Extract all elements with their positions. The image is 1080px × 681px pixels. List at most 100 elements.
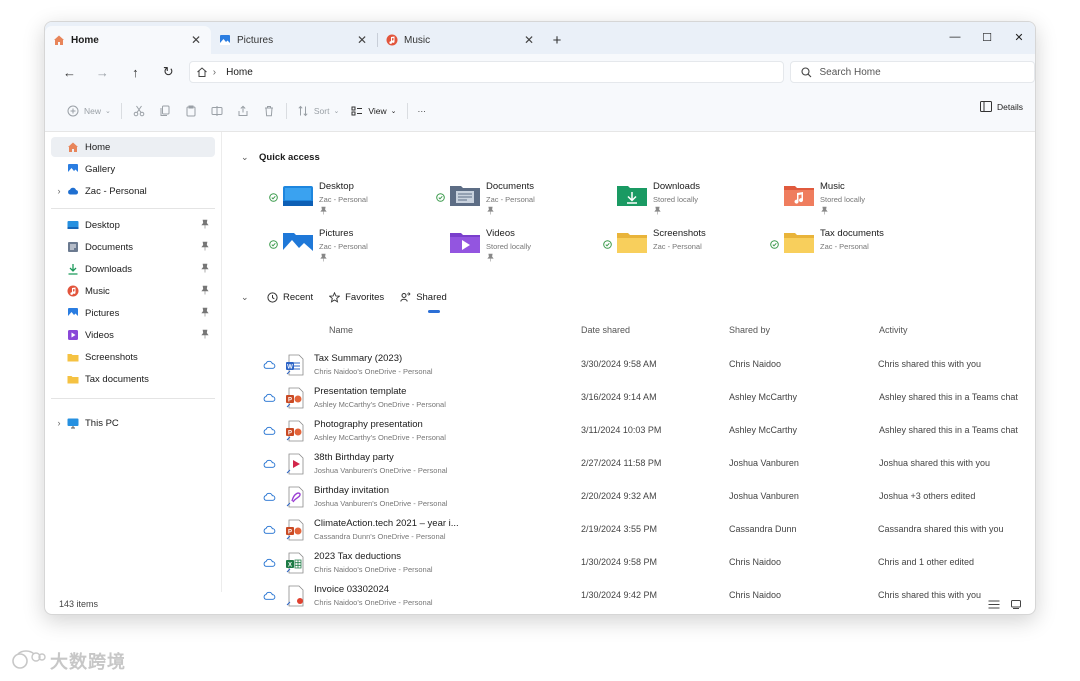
more-options-button[interactable]: ··· (412, 99, 433, 123)
quick-access-downloads[interactable]: Downloads Stored locally (603, 181, 768, 225)
table-row[interactable]: X 2023 Tax deductions Chris Naidoo's One… (223, 546, 1035, 579)
pin-icon[interactable] (201, 329, 209, 339)
share-button[interactable] (230, 99, 256, 123)
sidebar-item-screenshots[interactable]: Screenshots (51, 347, 215, 367)
table-row[interactable]: W Tax Summary (2023) Chris Naidoo's OneD… (223, 348, 1035, 381)
shared-people-icon (400, 291, 411, 302)
tile-name: Downloads (653, 181, 700, 192)
quick-access-desktop[interactable]: Desktop Zac - Personal (269, 181, 434, 225)
details-view-button[interactable] (983, 597, 1005, 611)
quick-access-videos[interactable]: Videos Stored locally (436, 228, 601, 272)
search-input[interactable] (819, 66, 1020, 78)
tab-shared[interactable]: Shared (400, 287, 447, 313)
sidebar-item-label: Desktop (85, 219, 120, 231)
view-button[interactable]: View ⌄ (345, 99, 402, 123)
paste-button[interactable] (178, 99, 204, 123)
column-header-name[interactable]: Name (329, 325, 353, 335)
shared-by: Joshua Vanburen (729, 458, 799, 468)
quick-access-header[interactable]: ⌄ Quick access (241, 152, 320, 163)
column-header-shared-by[interactable]: Shared by (729, 325, 770, 335)
quick-access-documents[interactable]: Documents Zac - Personal (436, 181, 601, 225)
cloud-icon (263, 459, 276, 468)
back-button[interactable]: ← (53, 60, 86, 84)
sidebar-item-gallery[interactable]: Gallery (51, 159, 215, 179)
file-name: ClimateAction.tech 2021 – year i... (314, 518, 459, 529)
sidebar-item-downloads[interactable]: Downloads (51, 259, 215, 279)
chevron-down-icon[interactable]: ⌄ (241, 292, 267, 303)
cloud-icon (263, 525, 276, 534)
minimize-button[interactable]: — (939, 22, 971, 52)
new-tab-button[interactable]: + (544, 26, 570, 54)
quick-access-screenshots[interactable]: Screenshots Zac - Personal (603, 228, 768, 272)
forward-button[interactable]: → (86, 60, 119, 84)
rename-button[interactable] (204, 99, 230, 123)
search-box[interactable] (789, 61, 1035, 83)
close-window-button[interactable]: ✕ (1003, 22, 1035, 52)
address-bar[interactable]: › Home (188, 61, 784, 83)
breadcrumb-home[interactable]: Home (226, 67, 253, 78)
tile-name: Documents (486, 181, 535, 192)
quick-access-music[interactable]: Music Stored locally (770, 181, 935, 225)
music-folder-icon (784, 186, 814, 206)
table-row[interactable]: 38th Birthday party Joshua Vanburen's On… (223, 447, 1035, 480)
tab-recent[interactable]: Recent (267, 287, 313, 307)
chevron-right-icon[interactable]: › (51, 186, 67, 196)
sort-button[interactable]: Sort ⌄ (291, 99, 345, 123)
tab-pictures[interactable]: Pictures ✕ (211, 26, 377, 54)
quick-access-tax-documents[interactable]: Tax documents Zac - Personal (770, 228, 935, 272)
sidebar-item-tax-documents[interactable]: Tax documents (51, 369, 215, 389)
tab-label: Recent (283, 291, 314, 303)
cut-button[interactable] (126, 99, 152, 123)
separator (120, 102, 122, 119)
table-row[interactable]: P Presentation template Ashley McCarthy'… (223, 381, 1035, 414)
details-pane-icon (980, 101, 993, 112)
close-icon[interactable]: ✕ (522, 33, 536, 47)
sidebar-item-desktop[interactable]: Desktop (51, 215, 215, 235)
tab-home[interactable]: Home ✕ (45, 26, 211, 54)
maximize-button[interactable]: ☐ (971, 22, 1003, 52)
tab-label: Favorites (345, 291, 385, 303)
chevron-right-icon[interactable]: › (51, 418, 67, 428)
chevron-down-icon[interactable]: ⌄ (241, 152, 259, 163)
file-location: Chris Naidoo's OneDrive - Personal (314, 367, 433, 376)
breadcrumb-separator: › (212, 66, 217, 78)
sidebar-item-documents[interactable]: Documents (51, 237, 215, 257)
date-shared: 3/16/2024 9:14 AM (581, 392, 657, 402)
sidebar-item-this-pc[interactable]: › This PC (51, 413, 215, 433)
tab-favorites[interactable]: Favorites (329, 287, 384, 307)
column-header-activity[interactable]: Activity (879, 325, 908, 335)
pin-icon[interactable] (201, 285, 209, 295)
pin-icon (320, 206, 327, 215)
pin-icon[interactable] (201, 307, 209, 317)
sidebar-item-zac-personal[interactable]: › Zac - Personal (51, 181, 215, 201)
table-row[interactable]: P Photography presentation Ashley McCart… (223, 414, 1035, 447)
up-button[interactable]: ↑ (119, 60, 152, 84)
copy-button[interactable] (152, 99, 178, 123)
quick-access-pictures[interactable]: Pictures Zac - Personal (269, 228, 434, 272)
details-button[interactable]: Details (980, 101, 1023, 112)
music-icon (67, 285, 79, 297)
column-header-date-shared[interactable]: Date shared (581, 325, 630, 335)
scissors-icon (133, 105, 145, 116)
tiles-view-button[interactable] (1005, 597, 1027, 611)
table-row[interactable]: P ClimateAction.tech 2021 – year i... Ca… (223, 513, 1035, 546)
sidebar-item-home[interactable]: Home (51, 137, 215, 157)
sort-icon (298, 105, 308, 116)
pin-icon[interactable] (201, 219, 209, 229)
close-icon[interactable]: ✕ (189, 33, 203, 47)
delete-button[interactable] (256, 99, 282, 123)
sidebar-item-videos[interactable]: Videos (51, 325, 215, 345)
tab-label: Pictures (237, 34, 274, 46)
close-icon[interactable]: ✕ (355, 33, 369, 47)
pin-icon[interactable] (201, 241, 209, 251)
sidebar-item-music[interactable]: Music (51, 281, 215, 301)
powerpoint-file-icon: P (286, 387, 304, 409)
tab-music[interactable]: Music ✕ (378, 26, 544, 54)
new-button[interactable]: New ⌄ (61, 99, 117, 123)
file-view-tabs: ⌄ Recent Favorites Shared (241, 287, 463, 313)
sidebar-item-pictures[interactable]: Pictures (51, 303, 215, 323)
table-row[interactable]: Birthday invitation Joshua Vanburen's On… (223, 480, 1035, 513)
pin-icon[interactable] (201, 263, 209, 273)
plus-circle-icon (67, 105, 79, 116)
refresh-button[interactable]: ↻ (152, 60, 185, 84)
